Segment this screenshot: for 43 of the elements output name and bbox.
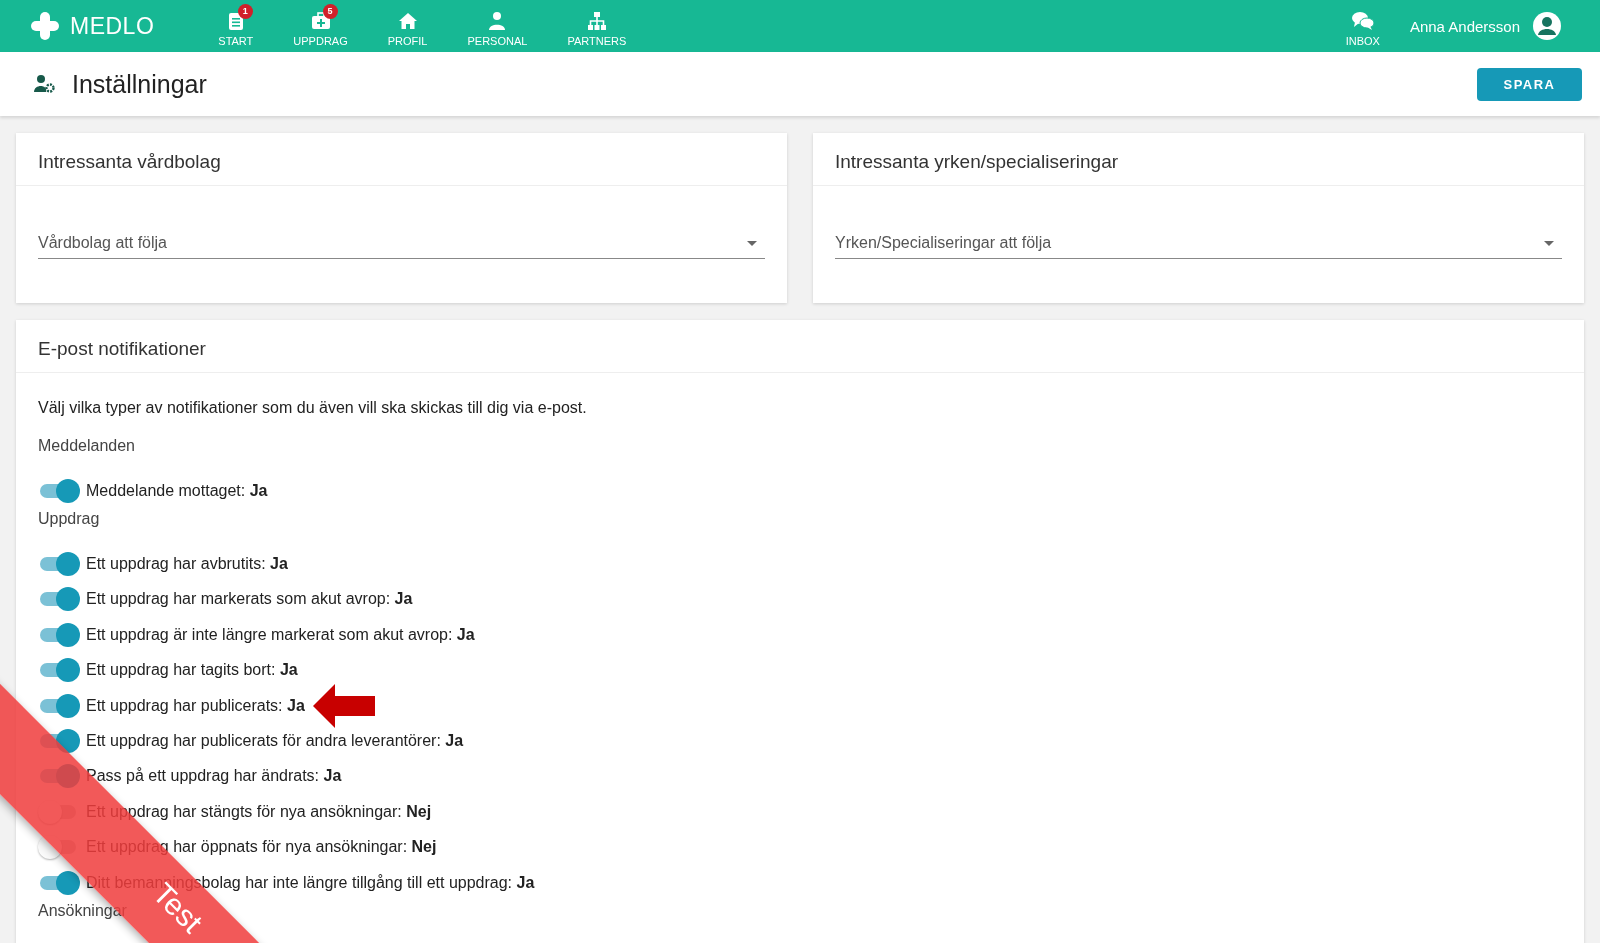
intro-text: Välj vilka typer av notifikationer som du även vill ska skickas till dig via e-post. [38, 399, 588, 417]
group-title: Meddelanden [38, 437, 136, 455]
nav-item[interactable]: 1 START [218, 5, 254, 47]
toggle-switch[interactable] [38, 693, 80, 718]
toggle-label: Ett uppdrag har markerats som akut avrop: Ja [86, 590, 413, 609]
toggle-switch[interactable] [38, 478, 80, 503]
count-badge: 1 [237, 3, 253, 19]
dropdown-field[interactable]: Vårdbolag att följa [38, 226, 765, 259]
user-name[interactable]: Anna Andersson [1409, 17, 1520, 35]
caret-icon [1544, 240, 1554, 246]
toggle-label: Meddelande mottaget: Ja [86, 481, 268, 500]
card-title: Intressanta vårdbolag [16, 133, 787, 186]
toggle-switch[interactable] [38, 658, 80, 683]
toggle-switch[interactable] [38, 552, 80, 577]
inbox-button[interactable]: INBOX [1345, 5, 1380, 47]
toggle-switch[interactable] [38, 870, 80, 895]
toggle-label: Ett uppdrag har avbrutits: Ja [86, 555, 288, 574]
page-title: Inställningar [72, 69, 207, 99]
nav-item[interactable]: PERSONAL [467, 5, 528, 47]
toggle-switch[interactable] [38, 587, 80, 612]
count-badge: 5 [322, 3, 338, 19]
medical-kit-icon [310, 10, 331, 31]
nav-item[interactable]: 5 UPPDRAG [293, 5, 348, 47]
dropdown-field[interactable]: Yrken/Specialiseringar att följa [835, 226, 1562, 259]
nav-item[interactable]: PARTNERS [567, 5, 627, 47]
group-title: Uppdrag [38, 510, 101, 529]
toggle-switch[interactable] [38, 622, 80, 647]
card-title: Intressanta yrken/specialiseringar [813, 133, 1584, 186]
nav-item[interactable]: PROFIL [387, 5, 428, 47]
toggle-label: Ett uppdrag har publicerats: Ja [86, 696, 305, 715]
home-icon [397, 10, 418, 31]
user-settings-icon [34, 74, 56, 94]
caret-icon [747, 240, 757, 246]
toggle-label: Ett uppdrag har publicerats för andra leverantörer: Ja [86, 732, 464, 751]
cross-logo-icon [30, 11, 60, 41]
avatar-icon [1532, 11, 1562, 41]
save-button[interactable]: SPARA [1477, 67, 1582, 101]
toggle-label: Ett uppdrag är inte längre markerat som akut avrop: Ja [86, 625, 475, 644]
app-logo-text: MEDLO [70, 12, 155, 40]
chat-bubbles-icon [1350, 10, 1375, 31]
hierarchy-icon [586, 10, 607, 31]
card-title: E-post notifikationer [16, 320, 1584, 373]
toggle-label: Ett uppdrag har tagits bort: Ja [86, 661, 298, 680]
